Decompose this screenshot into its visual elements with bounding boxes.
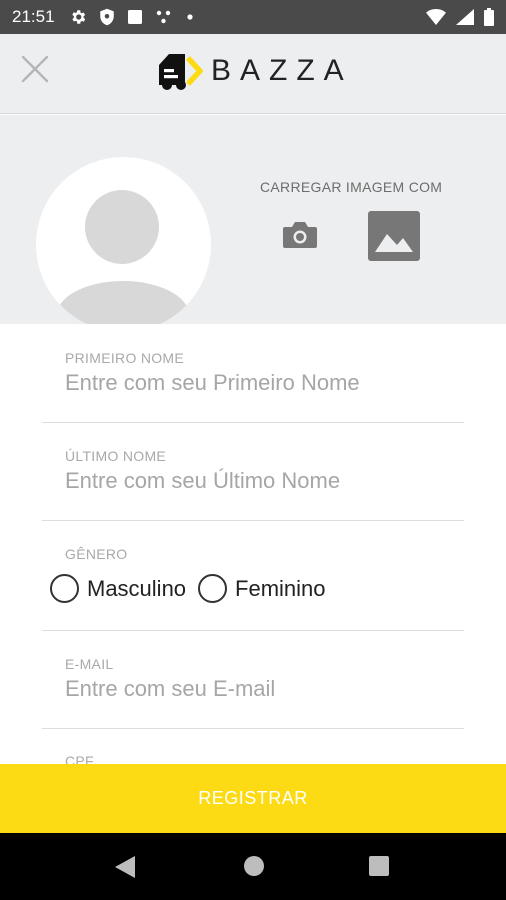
cpf-field: CPF — [42, 729, 464, 764]
email-label: E-MAIL — [65, 656, 114, 672]
email-input[interactable] — [65, 676, 460, 702]
signal-icon — [456, 9, 474, 25]
first-name-field: PRIMEIRO NOME — [42, 324, 464, 423]
first-name-input[interactable] — [65, 370, 460, 396]
upload-image-label: CARREGAR IMAGEM COM — [260, 179, 443, 195]
system-nav-bar — [0, 833, 506, 900]
register-button[interactable]: REGISTRAR — [0, 764, 506, 833]
avatar-placeholder[interactable] — [36, 157, 211, 332]
email-field: E-MAIL — [42, 631, 464, 729]
shield-icon — [99, 8, 114, 26]
square-icon — [127, 10, 142, 24]
radio-button-icon[interactable] — [50, 574, 79, 603]
gear-icon — [71, 10, 85, 24]
car-logo-icon — [159, 54, 203, 90]
radio-button-icon[interactable] — [198, 574, 228, 603]
app-header: BAZZA — [0, 34, 506, 114]
register-button-label: REGISTRAR — [198, 788, 308, 808]
dots-icon — [156, 10, 170, 24]
cpf-label: CPF — [65, 753, 94, 764]
radio-feminino[interactable]: Feminino — [198, 574, 326, 603]
wifi-icon — [426, 9, 446, 25]
bazza-logo: BAZZA — [155, 51, 353, 91]
person-icon — [57, 190, 189, 332]
registration-form: PRIMEIRO NOME ÚLTIMO NOME GÊNERO Masculi… — [0, 324, 506, 764]
dot-icon — [186, 14, 193, 20]
status-notification-icons — [69, 8, 195, 26]
first-name-label: PRIMEIRO NOME — [65, 350, 185, 366]
close-icon[interactable] — [20, 54, 50, 84]
last-name-label: ÚLTIMO NOME — [65, 448, 167, 464]
last-name-field: ÚLTIMO NOME — [42, 423, 464, 521]
profile-photo-section: CARREGAR IMAGEM COM — [0, 115, 506, 332]
camera-icon[interactable] — [282, 220, 318, 250]
back-icon[interactable] — [114, 855, 136, 879]
radio-feminino-label: Feminino — [235, 575, 326, 601]
radio-masculino[interactable]: Masculino — [50, 574, 186, 603]
recents-icon[interactable] — [369, 856, 389, 876]
home-icon[interactable] — [244, 856, 264, 876]
battery-icon — [484, 8, 494, 26]
last-name-input[interactable] — [65, 468, 460, 494]
image-icon[interactable] — [367, 210, 421, 262]
status-time: 21:51 — [12, 7, 55, 26]
logo-text: BAZZA — [211, 54, 353, 87]
status-system-icons — [426, 8, 494, 26]
status-bar: 21:51 — [0, 0, 506, 34]
gender-radio-group: Masculino Feminino — [50, 574, 338, 603]
gender-label: GÊNERO — [65, 546, 128, 562]
radio-masculino-label: Masculino — [87, 575, 187, 601]
